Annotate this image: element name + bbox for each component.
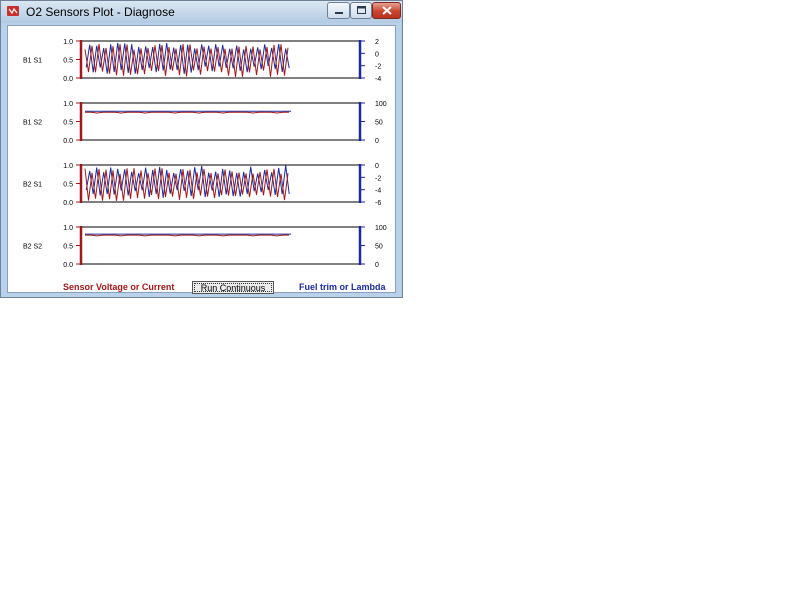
right-tick-b1s1: -2: [375, 64, 381, 71]
voltage-trace-b2s2: [85, 234, 289, 237]
voltage-trace-b1s2: [85, 111, 289, 114]
minimize-icon: [335, 12, 343, 14]
sensor-plots: B1 S1 1.0 0.5 0.0 2 0 -2 -4 B1 S2 1.0 0.5 0.0 100 50 0…: [23, 39, 387, 269]
right-tick-b1s2: 100: [375, 101, 387, 108]
left-tick-b2s1: 0.5: [63, 182, 73, 189]
right-tick-b1s1: 0: [375, 51, 379, 58]
close-icon: [382, 6, 392, 15]
title-bar[interactable]: O2 Sensors Plot - Diagnose: [1, 1, 402, 23]
sensor-label-b1s2: B1 S2: [23, 120, 42, 127]
left-tick-b2s2: 0.0: [63, 262, 73, 269]
right-tick-b2s2: 100: [375, 225, 387, 232]
right-tick-b1s1: -4: [375, 76, 381, 83]
right-tick-b2s2: 0: [375, 262, 379, 269]
fuel-trim-legend: Fuel trim or Lambda: [299, 282, 386, 292]
right-tick-b1s2: 50: [375, 120, 383, 127]
right-tick-b2s1: -6: [375, 200, 381, 207]
plot-area: B1 S1 1.0 0.5 0.0 2 0 -2 -4 B1 S2 1.0 0.5 0.0 100 50 0…: [7, 25, 396, 294]
maximize-button[interactable]: [350, 2, 372, 19]
right-tick-b2s1: -2: [375, 175, 381, 182]
left-tick-b1s2: 0.0: [63, 138, 73, 145]
run-continuous-button[interactable]: Run Continuous: [192, 281, 274, 294]
sensor-label-b2s2: B2 S2: [23, 244, 42, 251]
left-tick-b2s2: 1.0: [63, 225, 73, 232]
window-title: O2 Sensors Plot - Diagnose: [26, 5, 175, 19]
right-tick-b2s1: 0: [375, 163, 379, 170]
right-tick-b2s2: 50: [375, 244, 383, 251]
left-tick-b1s2: 1.0: [63, 101, 73, 108]
right-tick-b1s1: 2: [375, 39, 379, 46]
left-tick-b2s2: 0.5: [63, 244, 73, 251]
sensor-label-b1s1: B1 S1: [23, 58, 42, 65]
close-button[interactable]: [372, 2, 401, 19]
app-icon: [7, 6, 19, 16]
minimize-button[interactable]: [327, 2, 350, 19]
right-tick-b1s2: 0: [375, 138, 379, 145]
left-tick-b1s1: 1.0: [63, 39, 73, 46]
sensor-label-b2s1: B2 S1: [23, 182, 42, 189]
maximize-icon: [357, 6, 366, 14]
sensor-voltage-legend: Sensor Voltage or Current: [63, 282, 175, 292]
left-tick-b1s1: 0.5: [63, 58, 73, 65]
left-tick-b1s1: 0.0: [63, 76, 73, 83]
left-tick-b2s1: 1.0: [63, 163, 73, 170]
left-tick-b1s2: 0.5: [63, 120, 73, 127]
o2-sensors-window: O2 Sensors Plot - Diagnose B1 S1 1.0 0.5 0.…: [0, 0, 403, 298]
right-tick-b2s1: -4: [375, 188, 381, 195]
left-tick-b2s1: 0.0: [63, 200, 73, 207]
